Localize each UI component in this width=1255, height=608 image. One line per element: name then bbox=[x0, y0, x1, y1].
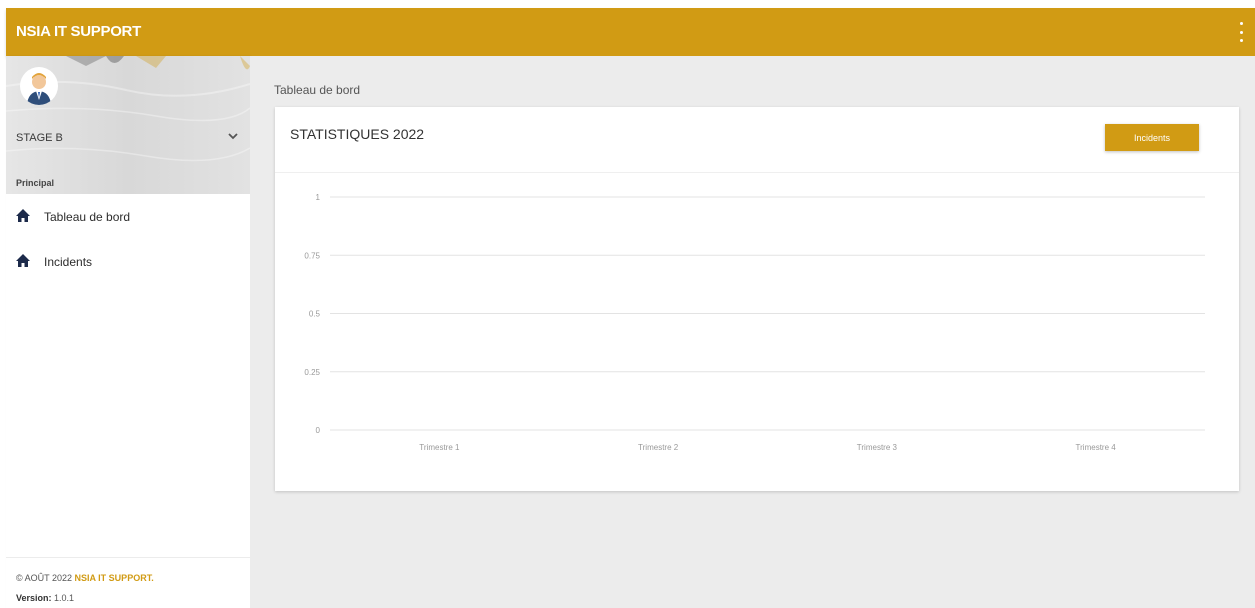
x-tick-label: Trimestre 2 bbox=[638, 443, 679, 452]
y-tick-label: 0.25 bbox=[304, 368, 320, 377]
divider bbox=[6, 557, 250, 558]
y-tick-label: 0.75 bbox=[304, 251, 320, 260]
statistics-card: STATISTIQUES 2022 Incidents 0 0.25 0.5 0.75… bbox=[275, 107, 1239, 491]
statistics-chart: 0 0.25 0.5 0.75 1 Trimestre 1 Trimestre 2 Trime… bbox=[304, 193, 1205, 452]
y-tick-label: 0 bbox=[316, 426, 321, 435]
chevron-down-icon[interactable] bbox=[227, 130, 239, 142]
brand-link[interactable]: NSIA IT SUPPORT. bbox=[75, 573, 154, 583]
page-title: Tableau de bord bbox=[274, 83, 361, 97]
more-options-icon[interactable] bbox=[1237, 22, 1245, 42]
version-value: 1.0.1 bbox=[54, 593, 75, 603]
main-content: Tableau de bord STATISTIQUES 2022 Incide… bbox=[250, 56, 1255, 608]
top-app-bar: NSIA IT SUPPORT bbox=[6, 8, 1255, 56]
y-tick-label: 1 bbox=[316, 193, 321, 202]
card-title: STATISTIQUES 2022 bbox=[290, 126, 425, 142]
x-tick-label: Trimestre 3 bbox=[857, 443, 898, 452]
avatar[interactable] bbox=[20, 67, 58, 105]
copyright-prefix: © AOÛT 2022 bbox=[16, 573, 72, 583]
sidebar-item-incidents[interactable]: Incidents bbox=[6, 246, 250, 276]
sidebar-item-label: Tableau de bord bbox=[44, 210, 131, 224]
home-icon bbox=[16, 209, 30, 222]
version-info: Version: 1.0.1 bbox=[16, 593, 74, 603]
x-tick-label: Trimestre 1 bbox=[419, 443, 460, 452]
section-label: Principal bbox=[16, 178, 55, 188]
user-name: STAGE B bbox=[16, 132, 63, 144]
profile-header: STAGE B Principal bbox=[6, 56, 250, 194]
app-title: NSIA IT SUPPORT bbox=[16, 23, 141, 40]
incidents-button[interactable]: Incidents bbox=[1105, 124, 1199, 151]
copyright: © AOÛT 2022 NSIA IT SUPPORT. bbox=[16, 573, 154, 583]
x-tick-label: Trimestre 4 bbox=[1076, 443, 1117, 452]
home-icon bbox=[16, 254, 30, 267]
y-tick-label: 0.5 bbox=[309, 310, 321, 319]
sidebar-item-label: Incidents bbox=[44, 255, 93, 269]
sidebar-item-tableau-de-bord[interactable]: Tableau de bord bbox=[6, 201, 250, 231]
sidebar: STAGE B Principal Tableau de bord Incide… bbox=[6, 56, 250, 608]
version-label: Version: bbox=[16, 593, 52, 603]
